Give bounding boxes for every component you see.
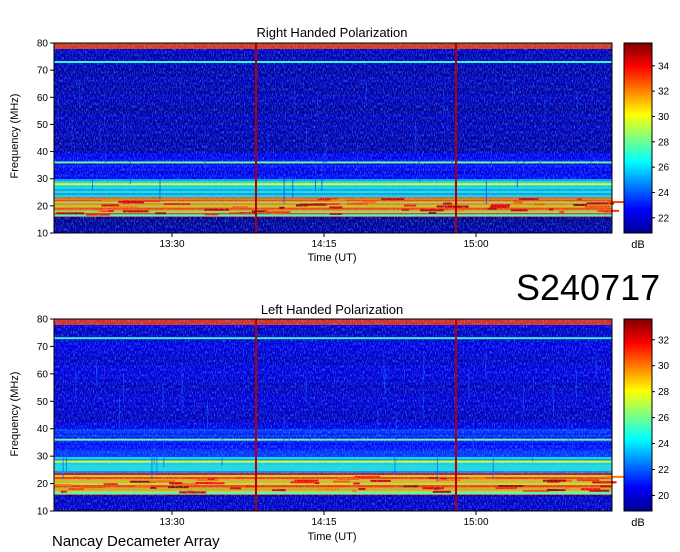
panel-right-polarization: Right Handed Polarization 10 20 30 40 50 60 70… (9, 25, 670, 264)
marker-line (255, 319, 257, 511)
colorbar-tick-label: 22 (658, 213, 670, 224)
y-axis: 10 20 30 40 50 60 70 80 (37, 39, 54, 240)
footer-credit: Nancay Decameter Array (52, 533, 220, 550)
colorbar: 20 22 24 26 28 30 32 (623, 318, 670, 512)
colorbar-tick-label: 30 (658, 361, 670, 372)
x-tick-label: 14:15 (311, 517, 336, 528)
y-tick-label: 10 (37, 229, 49, 240)
y-tick-label: 20 (37, 201, 49, 212)
y-tick-label: 60 (37, 369, 49, 380)
marker-line (455, 319, 457, 511)
x-tick-label: 14:15 (311, 239, 336, 250)
x-tick-label: 15:00 (463, 239, 488, 250)
marker-line (255, 43, 257, 233)
colorbar-gradient (623, 318, 653, 512)
colorbar-tick-label: 32 (658, 87, 670, 98)
spectrogram-figure: Right Handed Polarization 10 20 30 40 50 60 70… (9, 25, 670, 550)
marker-line (455, 43, 457, 233)
y-tick-label: 40 (37, 424, 49, 435)
panel-title: Right Handed Polarization (256, 25, 407, 40)
x-axis: 13:30 14:15 15:00 (159, 511, 489, 528)
colorbar-label: dB (631, 517, 644, 529)
y-tick-label: 20 (37, 479, 49, 490)
panel-left-polarization: Left Handed Polarization 10 20 30 40 50 60 70 8… (9, 302, 670, 543)
y-tick-label: 50 (37, 120, 49, 131)
colorbar-tick-label: 32 (658, 335, 670, 346)
x-axis-label: Time (UT) (307, 252, 356, 264)
x-tick-label: 13:30 (159, 239, 184, 250)
colorbar-label: dB (631, 239, 644, 251)
y-tick-label: 10 (37, 507, 49, 518)
colorbar-tick-label: 28 (658, 137, 670, 148)
colorbar-tick-label: 26 (658, 413, 670, 424)
colorbar-tick-label: 24 (658, 439, 670, 450)
colorbar-tick-label: 28 (658, 387, 670, 398)
x-axis: 13:30 14:15 15:00 (159, 233, 489, 250)
y-tick-label: 30 (37, 452, 49, 463)
spectrogram-image (53, 42, 631, 234)
spectrogram-image (53, 318, 633, 512)
colorbar-tick-label: 22 (658, 465, 670, 476)
y-axis-label: Frequency (MHz) (9, 372, 21, 457)
y-tick-label: 70 (37, 66, 49, 77)
x-tick-label: 13:30 (159, 517, 184, 528)
y-tick-label: 80 (37, 315, 49, 326)
y-tick-label: 80 (37, 39, 49, 50)
colorbar: 22 24 26 28 30 32 34 (623, 42, 670, 234)
y-tick-label: 40 (37, 147, 49, 158)
colorbar-tick-label: 34 (658, 61, 670, 72)
colorbar-tick-label: 20 (658, 491, 670, 502)
observation-id: S240717 (516, 267, 660, 308)
panel-title: Left Handed Polarization (261, 302, 403, 317)
y-tick-label: 60 (37, 93, 49, 104)
y-tick-label: 30 (37, 174, 49, 185)
x-axis-label: Time (UT) (307, 531, 356, 543)
colorbar-tick-label: 30 (658, 112, 670, 123)
x-tick-label: 15:00 (463, 517, 488, 528)
y-tick-label: 70 (37, 342, 49, 353)
colorbar-gradient (623, 42, 653, 234)
y-axis-label: Frequency (MHz) (9, 94, 21, 179)
noise-texture (54, 43, 612, 233)
y-axis: 10 20 30 40 50 60 70 80 (37, 315, 54, 518)
y-tick-label: 50 (37, 397, 49, 408)
colorbar-tick-label: 24 (658, 188, 670, 199)
noise-texture (54, 319, 612, 511)
colorbar-tick-label: 26 (658, 163, 670, 174)
